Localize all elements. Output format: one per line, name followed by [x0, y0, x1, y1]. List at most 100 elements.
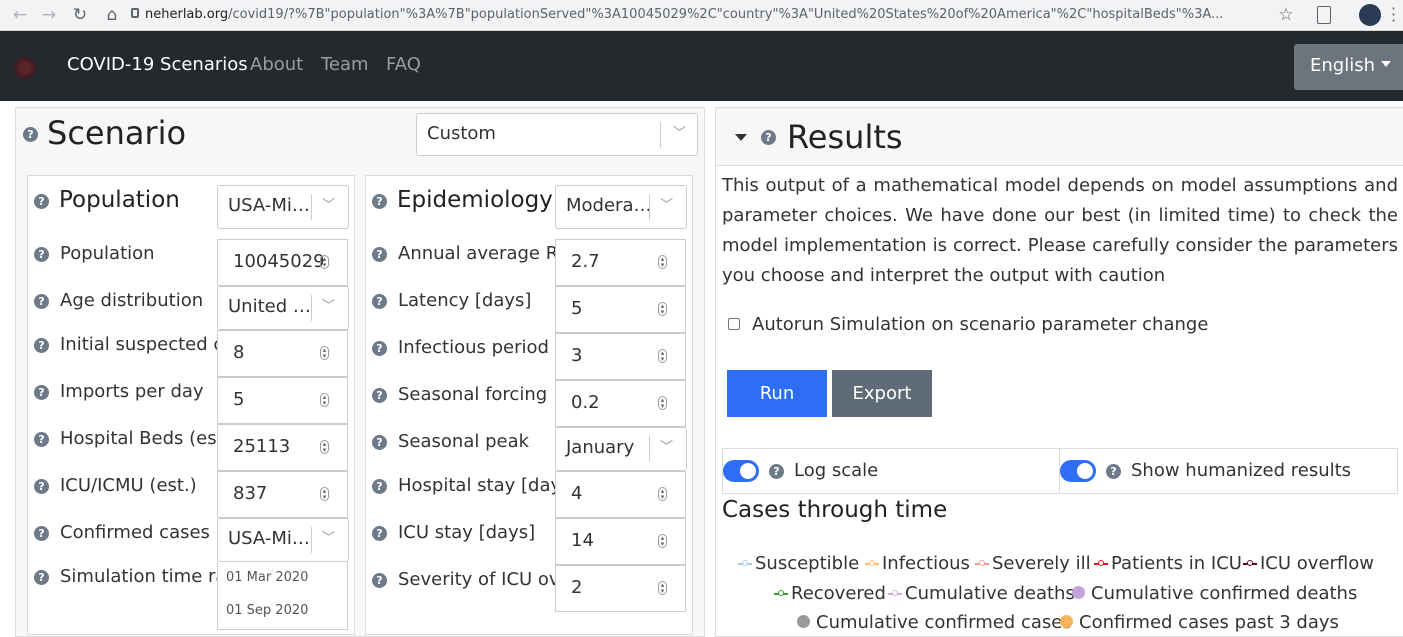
chevron-down-icon: ﹀: [660, 198, 674, 213]
nav-faq[interactable]: FAQ: [386, 52, 421, 78]
help-icon[interactable]: ?: [34, 479, 49, 494]
export-button[interactable]: Export: [832, 370, 932, 417]
legend-item-susceptible[interactable]: Susceptible: [738, 552, 859, 576]
help-icon[interactable]: ?: [372, 294, 387, 309]
legend-marker-icon: [888, 590, 902, 596]
spinner-icon[interactable]: ▴ ▾: [320, 487, 329, 501]
imports-per-day-input[interactable]: 5 ▴ ▾: [217, 377, 348, 424]
spinner-icon[interactable]: ▴ ▾: [320, 255, 329, 269]
spinner-icon[interactable]: ▴ ▾: [320, 440, 329, 454]
spinner-icon[interactable]: ▴ ▾: [658, 302, 667, 316]
legend-item-cumulative-confirmed-deaths[interactable]: Cumulative confirmed deaths: [1072, 582, 1357, 606]
virus-logo-icon[interactable]: [14, 57, 36, 79]
legend-item-recovered[interactable]: Recovered: [774, 582, 886, 606]
home-icon[interactable]: ⌂: [100, 3, 124, 27]
seasonal-peak-select[interactable]: January ﹀: [555, 427, 687, 471]
epidemiology-preset-select[interactable]: Modera… ﹀: [555, 185, 687, 229]
help-icon[interactable]: ?: [1106, 464, 1121, 479]
seasonal-forcing-input[interactable]: 0.2 ▴ ▾: [555, 380, 686, 427]
help-icon[interactable]: ?: [372, 573, 387, 588]
spinner-icon[interactable]: ▴ ▾: [658, 349, 667, 363]
help-icon[interactable]: ?: [372, 247, 387, 262]
help-icon[interactable]: ?: [372, 526, 387, 541]
latency-label: Latency [days]: [398, 290, 532, 311]
help-icon[interactable]: ?: [372, 388, 387, 403]
log-scale-toggle[interactable]: [723, 460, 759, 482]
spinner-icon[interactable]: ▴ ▾: [320, 346, 329, 360]
legend-marker-icon: [738, 560, 752, 566]
legend-item-cumulative-deaths[interactable]: Cumulative deaths: [888, 582, 1075, 606]
r0-value: 2.7: [571, 251, 600, 272]
population-card: ? Population USA-Mi… ﹀ ? Population 1004…: [27, 175, 355, 635]
legend-item-confirmed-cases-past[interactable]: Confirmed cases past 3 days: [1060, 611, 1339, 635]
reload-icon[interactable]: ↻: [68, 3, 92, 27]
confirmed-cases-select[interactable]: USA-Mi… ﹀: [217, 518, 349, 562]
address-bar[interactable]: neherlab.org/covid19/?%7B"population"%3A…: [145, 4, 1265, 26]
legend-item-icu-overflow[interactable]: ICU overflow: [1243, 552, 1374, 576]
back-arrow-icon[interactable]: ←: [8, 3, 32, 27]
spinner-icon[interactable]: ▴ ▾: [320, 393, 329, 407]
help-icon[interactable]: ?: [34, 432, 49, 447]
language-dropdown[interactable]: English: [1294, 44, 1403, 90]
document-icon[interactable]: [1317, 6, 1331, 24]
infectious-period-input[interactable]: 3 ▴ ▾: [555, 333, 686, 380]
help-icon[interactable]: ?: [34, 247, 49, 262]
humanized-toggle[interactable]: [1060, 460, 1096, 482]
spinner-icon[interactable]: ▴ ▾: [658, 534, 667, 548]
age-distribution-select[interactable]: United … ﹀: [217, 286, 349, 330]
nav-about[interactable]: About: [250, 52, 303, 78]
help-icon[interactable]: ?: [34, 570, 49, 585]
legend-item-cumulative-confirmed-cases[interactable]: Cumulative confirmed cases: [797, 611, 1072, 635]
help-icon[interactable]: ?: [769, 464, 784, 479]
icu-overflow-input[interactable]: 2 ▴ ▾: [555, 565, 686, 612]
profile-avatar[interactable]: [1359, 4, 1381, 26]
help-icon[interactable]: ?: [761, 130, 776, 145]
collapse-caret-icon[interactable]: [735, 134, 747, 141]
icu-stay-label: ICU stay [days]: [398, 522, 536, 543]
autorun-label[interactable]: Autorun Simulation on scenario parameter…: [752, 313, 1208, 337]
autorun-checkbox[interactable]: [728, 318, 740, 330]
legend-item-severely-ill[interactable]: Severely ill: [975, 552, 1091, 576]
spinner-icon[interactable]: ▴ ▾: [658, 255, 667, 269]
brand-link[interactable]: COVID-19 Scenarios: [67, 52, 248, 78]
run-button[interactable]: Run: [727, 370, 827, 417]
help-icon[interactable]: ?: [34, 294, 49, 309]
initial-cases-input[interactable]: 8 ▴ ▾: [217, 330, 348, 377]
help-icon[interactable]: ?: [34, 526, 49, 541]
hospital-stay-input[interactable]: 4 ▴ ▾: [555, 471, 686, 518]
population-input[interactable]: 10045029 ▴ ▾: [217, 239, 348, 286]
spinner-icon[interactable]: ▴ ▾: [658, 396, 667, 410]
date-range-picker[interactable]: 01 Mar 2020 01 Sep 2020: [217, 562, 348, 630]
menu-dots-icon[interactable]: · · ·: [1391, 1, 1396, 29]
nav-team[interactable]: Team: [321, 52, 369, 78]
icu-stay-input[interactable]: 14 ▴ ▾: [555, 518, 686, 565]
date-range-end[interactable]: 01 Sep 2020: [226, 603, 308, 618]
help-icon[interactable]: ?: [23, 127, 38, 142]
legend-item-infectious[interactable]: Infectious: [865, 552, 970, 576]
scenario-preset-select[interactable]: Custom ﹀: [416, 113, 698, 156]
help-icon[interactable]: ?: [372, 479, 387, 494]
latency-input[interactable]: 5 ▴ ▾: [555, 286, 686, 333]
hospital-beds-input[interactable]: 25113 ▴ ▾: [217, 424, 348, 471]
legend-item-patients-icu[interactable]: Patients in ICU: [1094, 552, 1242, 576]
legend-marker-icon: [797, 615, 810, 628]
legend-marker-icon: [1072, 586, 1085, 599]
spinner-icon[interactable]: ▴ ▾: [658, 487, 667, 501]
help-icon[interactable]: ?: [372, 435, 387, 450]
help-icon[interactable]: ?: [372, 341, 387, 356]
r0-input[interactable]: 2.7 ▴ ▾: [555, 239, 686, 286]
population-title: Population: [59, 187, 180, 213]
results-header[interactable]: ? Results: [716, 108, 1403, 166]
help-icon[interactable]: ?: [372, 194, 387, 209]
forward-arrow-icon[interactable]: →: [37, 3, 61, 27]
bookmark-star-icon[interactable]: ☆: [1274, 3, 1298, 27]
spinner-icon[interactable]: ▴ ▾: [658, 581, 667, 595]
help-icon[interactable]: ?: [34, 194, 49, 209]
help-icon[interactable]: ?: [34, 338, 49, 353]
navbar: COVID-19 Scenarios About Team FAQ Englis…: [0, 31, 1403, 101]
population-preset-select[interactable]: USA-Mi… ﹀: [217, 185, 349, 229]
simulation-time-label: Simulation time range: [60, 566, 217, 587]
help-icon[interactable]: ?: [34, 385, 49, 400]
date-range-start[interactable]: 01 Mar 2020: [226, 570, 308, 585]
icu-input[interactable]: 837 ▴ ▾: [217, 471, 348, 518]
